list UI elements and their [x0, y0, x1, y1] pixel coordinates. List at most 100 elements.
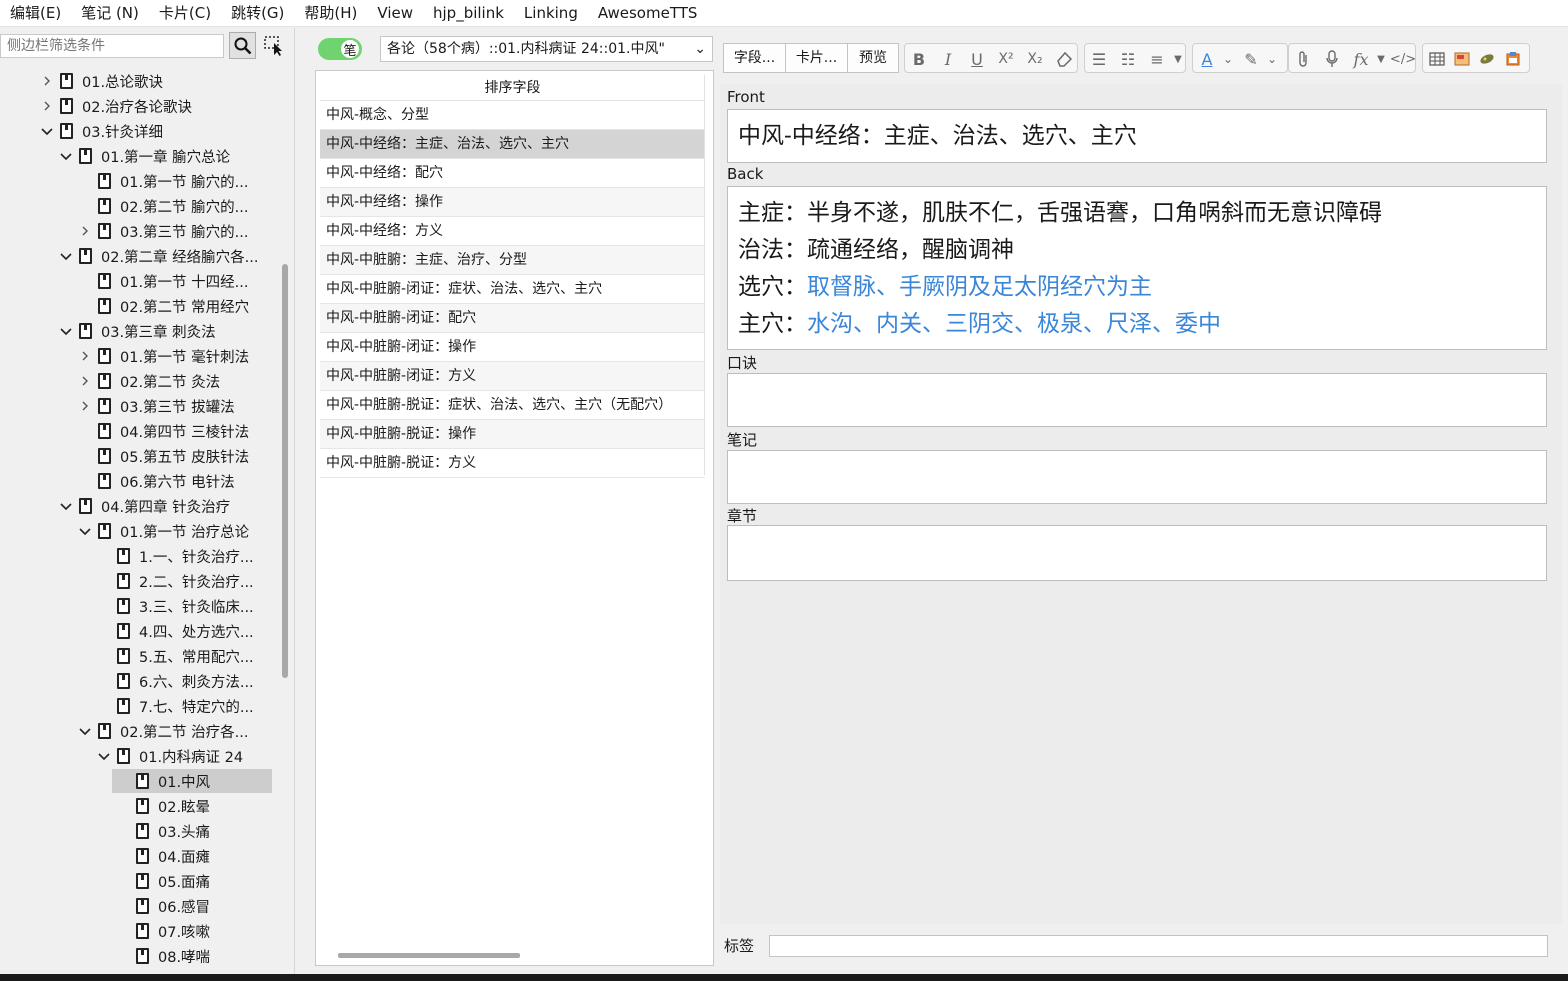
card-row[interactable]: 中风-中经络：主症、治法、选穴、主穴	[320, 130, 705, 159]
align-icon[interactable]: ≡	[1146, 48, 1168, 70]
html-code-icon[interactable]: </>	[1390, 48, 1416, 70]
chevron-down-icon[interactable]: ▼	[1370, 48, 1392, 70]
tree-item[interactable]: 4.四、处方选穴...	[97, 619, 254, 643]
tree-item[interactable]: 02.治疗各论歌诀	[40, 94, 192, 118]
brush-icon[interactable]	[1476, 48, 1498, 70]
paste-image-icon[interactable]	[1502, 48, 1524, 70]
tree-item[interactable]: 01.总论歌诀	[40, 69, 163, 93]
tree-item[interactable]: 05.面痛	[116, 869, 210, 893]
chevron-down-icon[interactable]	[59, 499, 73, 513]
chevron-right-icon[interactable]	[78, 349, 92, 363]
chevron-right-icon[interactable]	[78, 399, 92, 413]
chevron-right-icon[interactable]	[40, 99, 54, 113]
chevron-down-icon[interactable]: ▼	[1167, 48, 1189, 70]
tree-item[interactable]: 06.第六节 电针法	[78, 469, 235, 493]
front-field[interactable]: 中风-中经络：主症、治法、选穴、主穴	[727, 109, 1547, 163]
tree-item[interactable]: 02.第二章 经络腧穴各...	[59, 244, 259, 268]
tree-item[interactable]: 2.二、针灸治疗...	[97, 569, 254, 593]
menu-notes[interactable]: 笔记 (N)	[71, 0, 149, 27]
tree-item[interactable]: 02.第二节 灸法	[78, 369, 220, 393]
chevron-down-icon[interactable]	[59, 149, 73, 163]
attachment-icon[interactable]	[1292, 48, 1314, 70]
tree-item[interactable]: 6.六、刺灸方法...	[97, 669, 254, 693]
card-row[interactable]: 中风-中脏腑-脱证：方义	[320, 449, 705, 478]
card-row[interactable]: 中风-中经络：方义	[320, 217, 705, 246]
chevron-right-icon[interactable]	[40, 74, 54, 88]
card-row[interactable]: 中风-概念、分型	[320, 101, 705, 130]
card-row[interactable]: 中风-中脏腑-脱证：症状、治法、选穴、主穴（无配穴）	[320, 391, 705, 420]
mnemonic-field[interactable]	[727, 373, 1547, 427]
tree-item[interactable]: 03.第三章 刺灸法	[59, 319, 216, 343]
cards-button[interactable]: 卡片...	[785, 43, 848, 73]
card-row[interactable]: 中风-中脏腑-闭证：操作	[320, 333, 705, 362]
bullet-list-icon[interactable]: ☰	[1088, 48, 1110, 70]
card-row[interactable]: 中风-中经络：操作	[320, 188, 705, 217]
tree-item[interactable]: 01.第一章 腧穴总论	[59, 144, 230, 168]
tree-item[interactable]: 02.第二节 腧穴的...	[78, 194, 249, 218]
tree-item[interactable]: 02.眩晕	[116, 794, 210, 818]
tree-item[interactable]: 01.第一节 毫针刺法	[78, 344, 249, 368]
horizontal-scrollbar[interactable]	[338, 953, 520, 958]
tree-item[interactable]: 04.面瘫	[116, 844, 210, 868]
tree-item[interactable]: 3.三、针灸临床...	[97, 594, 254, 618]
card-row[interactable]: 中风-中脏腑-闭证：症状、治法、选穴、主穴	[320, 275, 705, 304]
tree-item[interactable]: 07.咳嗽	[116, 919, 210, 943]
tree-item[interactable]: 05.第五节 皮肤针法	[78, 444, 249, 468]
chevron-right-icon[interactable]	[78, 224, 92, 238]
tree-item[interactable]: 01.内科病证 24	[97, 744, 243, 768]
highlight-icon[interactable]: ✎	[1240, 48, 1262, 70]
italic-icon[interactable]: I	[937, 48, 959, 70]
tree-item[interactable]: 01.第一节 治疗总论	[78, 519, 249, 543]
fields-button[interactable]: 字段...	[723, 43, 786, 73]
superscript-icon[interactable]: X²	[995, 48, 1017, 70]
tree-item[interactable]: 04.第四节 三棱针法	[78, 419, 249, 443]
chevron-down-icon[interactable]	[78, 524, 92, 538]
tree-item[interactable]: 1.一、针灸治疗...	[97, 544, 254, 568]
preview-button[interactable]: 预览	[847, 43, 899, 73]
menu-view[interactable]: View	[367, 0, 423, 27]
tree-item[interactable]: 01.第一节 腧穴的...	[78, 169, 249, 193]
notes-field[interactable]	[727, 450, 1547, 504]
back-field[interactable]: 主症：半身不遂，肌肤不仁，舌强语謇，口角㖞斜而无意识障碍 治法：疏通经络，醒脑调神…	[727, 186, 1547, 350]
chevron-down-icon[interactable]: ⌄	[1261, 48, 1283, 70]
card-row[interactable]: 中风-中脏腑-脱证：操作	[320, 420, 705, 449]
numbered-list-icon[interactable]: ☷	[1117, 48, 1139, 70]
eraser-icon[interactable]	[1053, 48, 1075, 70]
chevron-right-icon[interactable]	[78, 374, 92, 388]
microphone-icon[interactable]	[1321, 48, 1343, 70]
column-header-sort-field[interactable]: 排序字段	[320, 75, 705, 101]
image-occlusion-icon[interactable]	[1451, 48, 1473, 70]
card-row[interactable]: 中风-中脏腑：主症、治疗、分型	[320, 246, 705, 275]
select-tool-button[interactable]	[262, 34, 286, 58]
tree-item[interactable]: 01.中风	[112, 769, 272, 793]
chevron-down-icon[interactable]	[97, 749, 111, 763]
tree-item[interactable]: 04.第四章 针灸治疗	[59, 494, 230, 518]
chevron-down-icon[interactable]	[59, 324, 73, 338]
tree-item[interactable]: 7.七、特定穴的...	[97, 694, 254, 718]
tree-item[interactable]: 02.第二节 治疗各...	[78, 719, 249, 743]
menu-cards[interactable]: 卡片(C)	[149, 0, 221, 27]
search-button[interactable]	[229, 32, 256, 59]
text-color-icon[interactable]: A	[1196, 48, 1218, 70]
menu-hjp-bilink[interactable]: hjp_bilink	[423, 0, 514, 27]
menu-help[interactable]: 帮助(H)	[294, 0, 367, 27]
card-row[interactable]: 中风-中脏腑-闭证：配穴	[320, 304, 705, 333]
tree-item[interactable]: 02.第二节 常用经穴	[78, 294, 249, 318]
cards-notes-toggle[interactable]: 笔	[318, 38, 362, 60]
chevron-down-icon[interactable]	[78, 724, 92, 738]
tags-input[interactable]	[769, 935, 1548, 957]
card-row[interactable]: 中风-中脏腑-闭证：方义	[320, 362, 705, 391]
menu-linking[interactable]: Linking	[514, 0, 588, 27]
sidebar-search-input[interactable]	[0, 34, 224, 58]
tree-item[interactable]: 03.第三节 腧穴的...	[78, 219, 249, 243]
bold-icon[interactable]: B	[908, 48, 930, 70]
tree-item[interactable]: 06.感冒	[116, 894, 210, 918]
tree-item[interactable]: 03.头痛	[116, 819, 210, 843]
sidebar-scrollbar[interactable]	[282, 264, 288, 678]
function-icon[interactable]: fx	[1350, 48, 1372, 70]
card-row[interactable]: 中风-中经络：配穴	[320, 159, 705, 188]
chevron-down-icon[interactable]: ⌄	[1217, 48, 1239, 70]
tree-item[interactable]: 03.针灸详细	[40, 119, 163, 143]
subscript-icon[interactable]: X₂	[1024, 48, 1046, 70]
menu-awesometts[interactable]: AwesomeTTS	[588, 0, 708, 27]
